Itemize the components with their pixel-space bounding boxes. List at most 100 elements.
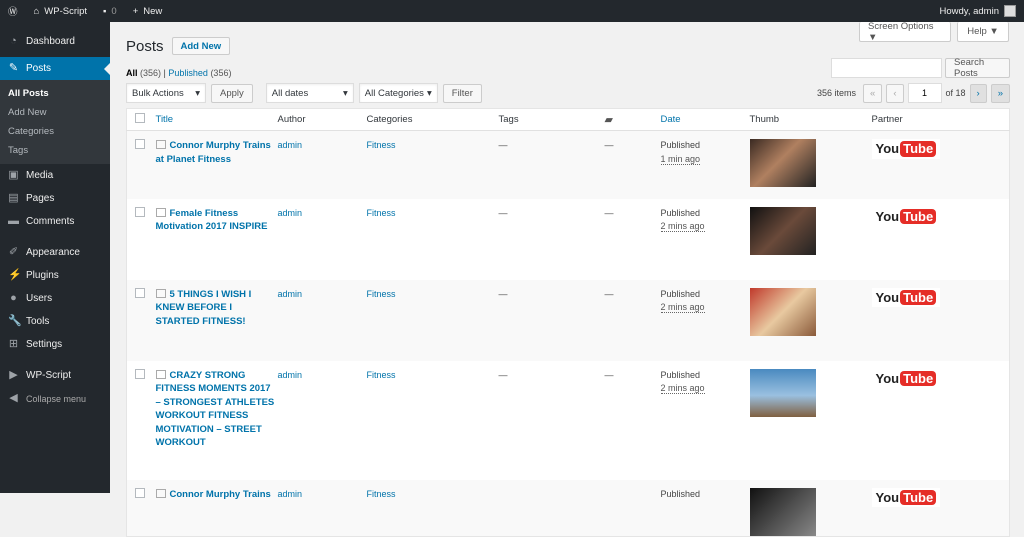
category-link[interactable]: Fitness — [367, 208, 396, 218]
post-status: Published — [661, 369, 750, 383]
pin-icon: ✎ — [8, 63, 19, 74]
bulk-actions-select[interactable]: Bulk Actions▾ — [126, 83, 206, 103]
collapse-menu[interactable]: ◀Collapse menu — [0, 387, 110, 410]
menu-plugins[interactable]: ⚡Plugins — [0, 264, 110, 287]
submenu-all-posts[interactable]: All Posts — [0, 84, 110, 103]
video-format-icon — [156, 289, 166, 298]
col-tags: Tags — [499, 109, 605, 131]
menu-settings[interactable]: ⊞Settings — [0, 333, 110, 356]
menu-posts[interactable]: ✎Posts — [0, 57, 110, 80]
plus-icon: + — [133, 6, 139, 17]
dates-select[interactable]: All dates▾ — [266, 83, 354, 103]
menu-appearance[interactable]: ✐Appearance — [0, 241, 110, 264]
row-checkbox[interactable] — [135, 369, 145, 379]
author-link[interactable]: admin — [278, 370, 303, 380]
select-all-checkbox[interactable] — [135, 113, 145, 123]
comment-bubble-icon[interactable]: ▰ — [605, 114, 613, 126]
table-row: Female Fitness Motivation 2017 INSPIRE a… — [127, 199, 1010, 280]
wrench-icon: 🔧 — [8, 316, 19, 327]
filter-all[interactable]: All — [126, 68, 138, 78]
row-checkbox[interactable] — [135, 207, 145, 217]
author-link[interactable]: admin — [278, 140, 303, 150]
post-title-link[interactable]: CRAZY STRONG FITNESS MOMENTS 2017 – STRO… — [156, 370, 275, 449]
filter-published[interactable]: Published (356) — [168, 68, 231, 78]
post-status: Published — [661, 488, 750, 502]
author-link[interactable]: admin — [278, 208, 303, 218]
apply-button[interactable]: Apply — [211, 84, 253, 103]
post-title-link[interactable]: Female Fitness Motivation 2017 INSPIRE — [156, 208, 268, 233]
menu-tools[interactable]: 🔧Tools — [0, 310, 110, 333]
screen-options-button[interactable]: Screen Options ▼ — [859, 22, 951, 42]
youtube-logo: YouTube — [872, 369, 941, 389]
video-thumbnail — [750, 207, 816, 255]
prev-page-button[interactable]: ‹ — [886, 84, 903, 103]
posts-submenu: All Posts Add New Categories Tags — [0, 80, 110, 164]
last-page-button[interactable]: » — [991, 84, 1010, 103]
menu-media[interactable]: ▣Media — [0, 164, 110, 187]
table-row: Connor Murphy Trains admin Fitness Publi… — [127, 480, 1010, 537]
account-menu[interactable]: Howdy, admin — [932, 0, 1024, 22]
video-format-icon — [156, 489, 166, 498]
new-link[interactable]: +New — [125, 0, 171, 22]
table-row: 5 THINGS I WISH I KNEW BEFORE I STARTED … — [127, 280, 1010, 361]
video-thumbnail — [750, 369, 816, 417]
wordpress-logo-icon[interactable]: Ⓦ — [0, 0, 26, 22]
category-link[interactable]: Fitness — [367, 370, 396, 380]
menu-comments[interactable]: ▬Comments — [0, 210, 110, 233]
video-thumbnail — [750, 488, 816, 536]
col-author: Author — [278, 109, 367, 131]
items-count: 356 items — [817, 88, 856, 98]
row-checkbox[interactable] — [135, 139, 145, 149]
posts-table: Title Author Categories Tags ▰ Date Thum… — [126, 108, 1010, 537]
table-row: Connor Murphy Trains at Planet Fitness a… — [127, 131, 1010, 199]
categories-select[interactable]: All Categories▾ — [359, 83, 438, 103]
menu-users[interactable]: ●Users — [0, 287, 110, 310]
row-checkbox[interactable] — [135, 288, 145, 298]
comments-cell: — — [605, 131, 661, 199]
post-title-link[interactable]: Connor Murphy Trains — [170, 489, 271, 500]
post-title-link[interactable]: 5 THINGS I WISH I KNEW BEFORE I STARTED … — [156, 289, 252, 327]
menu-dashboard[interactable]: ◔Dashboard — [0, 30, 110, 53]
table-row: CRAZY STRONG FITNESS MOMENTS 2017 – STRO… — [127, 361, 1010, 480]
menu-pages[interactable]: ▤Pages — [0, 187, 110, 210]
video-thumbnail — [750, 288, 816, 336]
avatar — [1004, 5, 1016, 17]
brush-icon: ✐ — [8, 247, 19, 258]
post-status: Published — [661, 288, 750, 302]
tags-cell: — — [499, 361, 605, 480]
tags-cell: — — [499, 131, 605, 199]
tags-cell: — — [499, 280, 605, 361]
help-button[interactable]: Help ▼ — [957, 22, 1009, 42]
filter-button[interactable]: Filter — [443, 84, 482, 103]
category-link[interactable]: Fitness — [367, 289, 396, 299]
sort-date[interactable]: Date — [661, 114, 681, 125]
search-input[interactable] — [831, 58, 942, 78]
comments-cell — [605, 480, 661, 537]
post-status: Published — [661, 207, 750, 221]
submenu-categories[interactable]: Categories — [0, 122, 110, 141]
submenu-add-new[interactable]: Add New — [0, 103, 110, 122]
category-link[interactable]: Fitness — [367, 140, 396, 150]
plugin-icon: ⚡ — [8, 270, 19, 281]
author-link[interactable]: admin — [278, 289, 303, 299]
sort-title[interactable]: Title — [156, 114, 174, 125]
collapse-icon: ◀ — [8, 393, 19, 404]
current-page-input[interactable] — [908, 83, 942, 103]
comments-link[interactable]: ▪0 — [95, 0, 125, 22]
next-page-button[interactable]: › — [970, 84, 987, 103]
dashboard-icon: ◔ — [8, 36, 19, 47]
author-link[interactable]: admin — [278, 489, 303, 499]
category-link[interactable]: Fitness — [367, 489, 396, 499]
add-new-button[interactable]: Add New — [172, 37, 231, 55]
admin-bar: Ⓦ ⌂WP-Script ▪0 +New Howdy, admin — [0, 0, 1024, 22]
submenu-tags[interactable]: Tags — [0, 141, 110, 160]
site-link[interactable]: ⌂WP-Script — [26, 0, 96, 22]
home-icon: ⌂ — [34, 6, 40, 17]
post-date: 2 mins ago — [661, 221, 705, 232]
post-status: Published — [661, 139, 750, 153]
tags-cell — [499, 480, 605, 537]
search-posts-button[interactable]: Search Posts — [945, 58, 1010, 78]
first-page-button[interactable]: « — [863, 84, 882, 103]
post-title-link[interactable]: Connor Murphy Trains at Planet Fitness — [156, 140, 271, 165]
menu-wp-script[interactable]: ▶WP-Script — [0, 364, 110, 387]
